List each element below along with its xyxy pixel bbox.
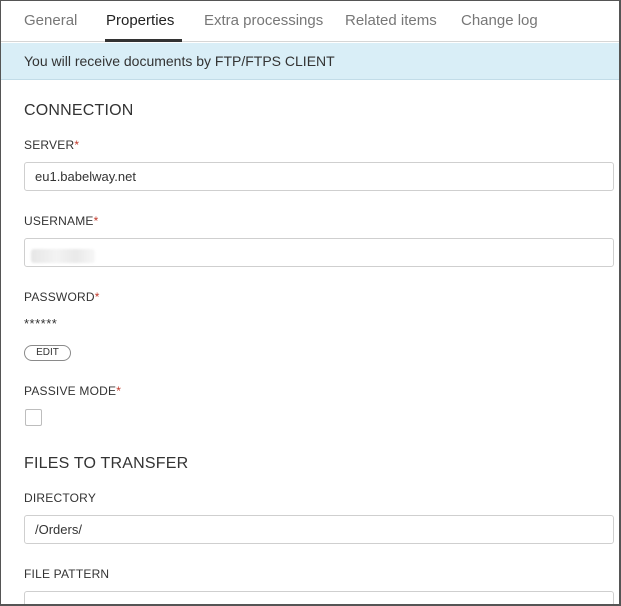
username-label-text: USERNAME bbox=[24, 214, 94, 228]
tab-properties[interactable]: Properties bbox=[106, 12, 174, 29]
properties-panel: General Properties Extra processings Rel… bbox=[0, 0, 621, 606]
file-pattern-input[interactable] bbox=[24, 591, 614, 604]
directory-label: DIRECTORY bbox=[24, 491, 97, 505]
tab-general[interactable]: General bbox=[24, 12, 77, 29]
password-label: PASSWORD* bbox=[24, 290, 100, 304]
username-input[interactable] bbox=[24, 238, 614, 267]
server-label-text: SERVER bbox=[24, 138, 75, 152]
required-mark: * bbox=[94, 290, 100, 304]
section-title-files-to-transfer: FILES TO TRANSFER bbox=[24, 455, 189, 472]
server-input[interactable] bbox=[24, 162, 614, 191]
tab-related-items[interactable]: Related items bbox=[345, 12, 437, 29]
file-pattern-label: FILE PATTERN bbox=[24, 567, 110, 581]
passive-mode-checkbox[interactable] bbox=[25, 409, 42, 426]
tab-bar: General Properties Extra processings Rel… bbox=[1, 1, 619, 42]
passive-mode-label-text: PASSIVE MODE bbox=[24, 384, 117, 398]
info-banner-text: You will receive documents by FTP/FTPS C… bbox=[24, 53, 335, 69]
tab-extra-processings[interactable]: Extra processings bbox=[204, 12, 323, 29]
redacted-username-value bbox=[31, 249, 95, 263]
directory-input[interactable] bbox=[24, 515, 614, 544]
username-label: USERNAME* bbox=[24, 214, 99, 228]
required-mark: * bbox=[74, 138, 80, 152]
password-masked-value: ****** bbox=[24, 316, 58, 331]
tab-change-log[interactable]: Change log bbox=[461, 12, 538, 29]
info-banner: You will receive documents by FTP/FTPS C… bbox=[1, 43, 619, 80]
passive-mode-label: PASSIVE MODE* bbox=[24, 384, 121, 398]
server-label: SERVER* bbox=[24, 138, 79, 152]
edit-password-button[interactable]: EDIT bbox=[24, 345, 71, 361]
section-title-connection: CONNECTION bbox=[24, 102, 134, 119]
active-tab-indicator bbox=[105, 39, 182, 42]
required-mark: * bbox=[116, 384, 122, 398]
required-mark: * bbox=[93, 214, 99, 228]
password-label-text: PASSWORD bbox=[24, 290, 95, 304]
